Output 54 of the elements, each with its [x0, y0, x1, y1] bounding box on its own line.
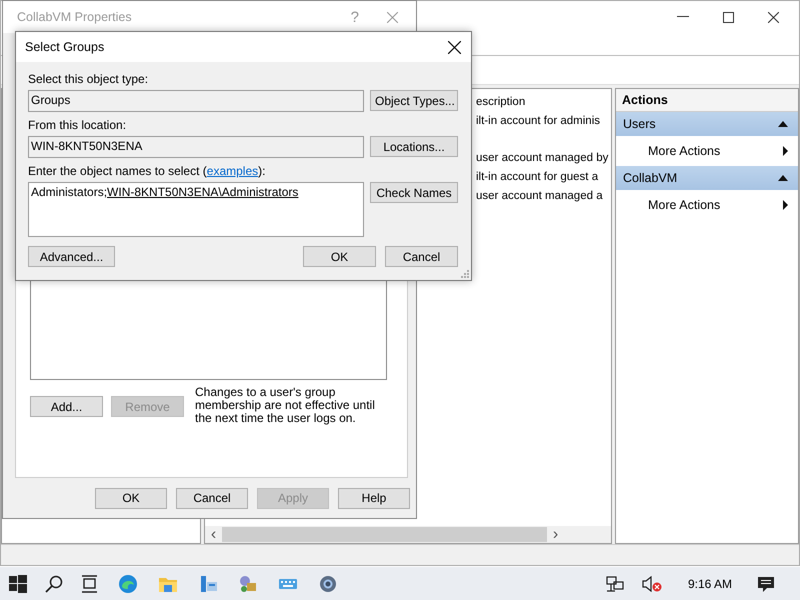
object-types-button[interactable]: Object Types...	[370, 90, 458, 111]
scroll-left-arrow[interactable]: ‹	[205, 526, 222, 544]
examples-link[interactable]: examples	[206, 164, 258, 178]
field-label: Enter the object names to select (examples):	[28, 164, 266, 179]
minimize-icon[interactable]	[677, 16, 689, 18]
maximize-icon[interactable]	[723, 12, 734, 22]
notifications-icon[interactable]	[758, 576, 774, 592]
locations-button[interactable]: Locations...	[370, 136, 458, 157]
close-icon[interactable]	[448, 40, 461, 54]
window-title: CollabVM Properties	[17, 10, 133, 24]
advanced-button[interactable]: Advanced...	[28, 246, 115, 267]
column-header[interactable]: escription	[476, 92, 611, 111]
action-item[interactable]: More Actions	[616, 136, 798, 166]
scroll-right-arrow[interactable]: ›	[547, 526, 564, 544]
location-field: WIN-8KNT50N3ENA	[28, 136, 364, 158]
dialog-button[interactable]: OK	[95, 488, 167, 508]
cancel-button[interactable]: Cancel	[385, 246, 458, 267]
browser-icon[interactable]	[118, 574, 138, 594]
submenu-arrow-icon	[783, 200, 788, 210]
search-icon[interactable]	[45, 574, 63, 592]
actions-title: Actions	[616, 89, 798, 112]
check-names-button[interactable]: Check Names	[370, 182, 458, 203]
collapse-icon[interactable]	[778, 175, 788, 181]
list-row[interactable]: user account managed a	[476, 186, 611, 205]
settings-icon[interactable]	[318, 574, 338, 594]
keyboard-icon[interactable]	[278, 576, 298, 590]
volume-icon[interactable]	[642, 576, 662, 592]
collapse-icon[interactable]	[778, 121, 788, 127]
field-label: Select this object type:	[28, 72, 150, 87]
list-row[interactable]: ilt-in account for guest a	[476, 167, 611, 186]
action-group-header[interactable]: Users	[616, 112, 798, 136]
object-type-field: Groups	[28, 90, 364, 112]
list-row[interactable]: ilt-in account for adminis	[476, 111, 611, 130]
ok-button[interactable]: OK	[303, 246, 376, 267]
action-item[interactable]: More Actions	[616, 190, 798, 220]
clock[interactable]: 9:16 AM	[688, 576, 732, 590]
task-view-icon[interactable]	[81, 574, 99, 592]
submenu-arrow-icon	[783, 146, 788, 156]
action-group-header[interactable]: CollabVM	[616, 166, 798, 190]
resize-grip-icon[interactable]	[460, 269, 469, 278]
dialog-button[interactable]: Cancel	[176, 488, 248, 508]
window-title: Select Groups	[25, 40, 104, 54]
object-names-field[interactable]: Administators;WIN-8KNT50N3ENA\Administrators	[28, 182, 364, 237]
network-app-icon[interactable]	[238, 574, 258, 594]
dialog-button[interactable]: Help	[338, 488, 410, 508]
start-icon[interactable]	[9, 574, 27, 592]
membership-note: Changes to a user's group membership are not effective until the next time the user logs on.	[195, 386, 376, 425]
close-icon[interactable]	[768, 12, 779, 22]
list-row[interactable]: user account managed by	[476, 148, 611, 167]
server-manager-icon[interactable]	[198, 574, 218, 594]
network-icon[interactable]	[606, 576, 624, 592]
field-label: From this location:	[28, 118, 128, 133]
horizontal-scrollbar[interactable]: ‹ ›	[205, 526, 611, 543]
list-button[interactable]: Add...	[30, 396, 103, 417]
